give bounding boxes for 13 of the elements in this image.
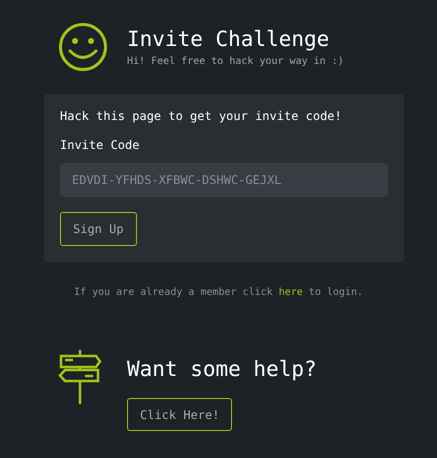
login-note: If you are already a member click xyxy=(74,286,273,300)
login-link[interactable]: here xyxy=(278,285,303,300)
smiley-icon xyxy=(58,22,108,72)
invite-code-field[interactable]: EDVDI-YFHDS-XFBWC-DSHWC-GEJXL xyxy=(60,163,388,197)
card-heading: Hack this page to get your invite code! xyxy=(60,108,343,125)
page-title: Invite Challenge xyxy=(127,26,330,53)
login-note: to login. xyxy=(308,286,363,300)
field-label: Invite Code xyxy=(60,137,140,154)
help-title: Want some help? xyxy=(127,356,317,383)
signpost-icon xyxy=(58,350,102,404)
sign-up-button[interactable]: Sign Up xyxy=(60,212,137,246)
page-subtitle: Hi! Feel free to hack your way in :) xyxy=(127,55,344,69)
click-here-button[interactable]: Click Here! xyxy=(127,398,232,431)
